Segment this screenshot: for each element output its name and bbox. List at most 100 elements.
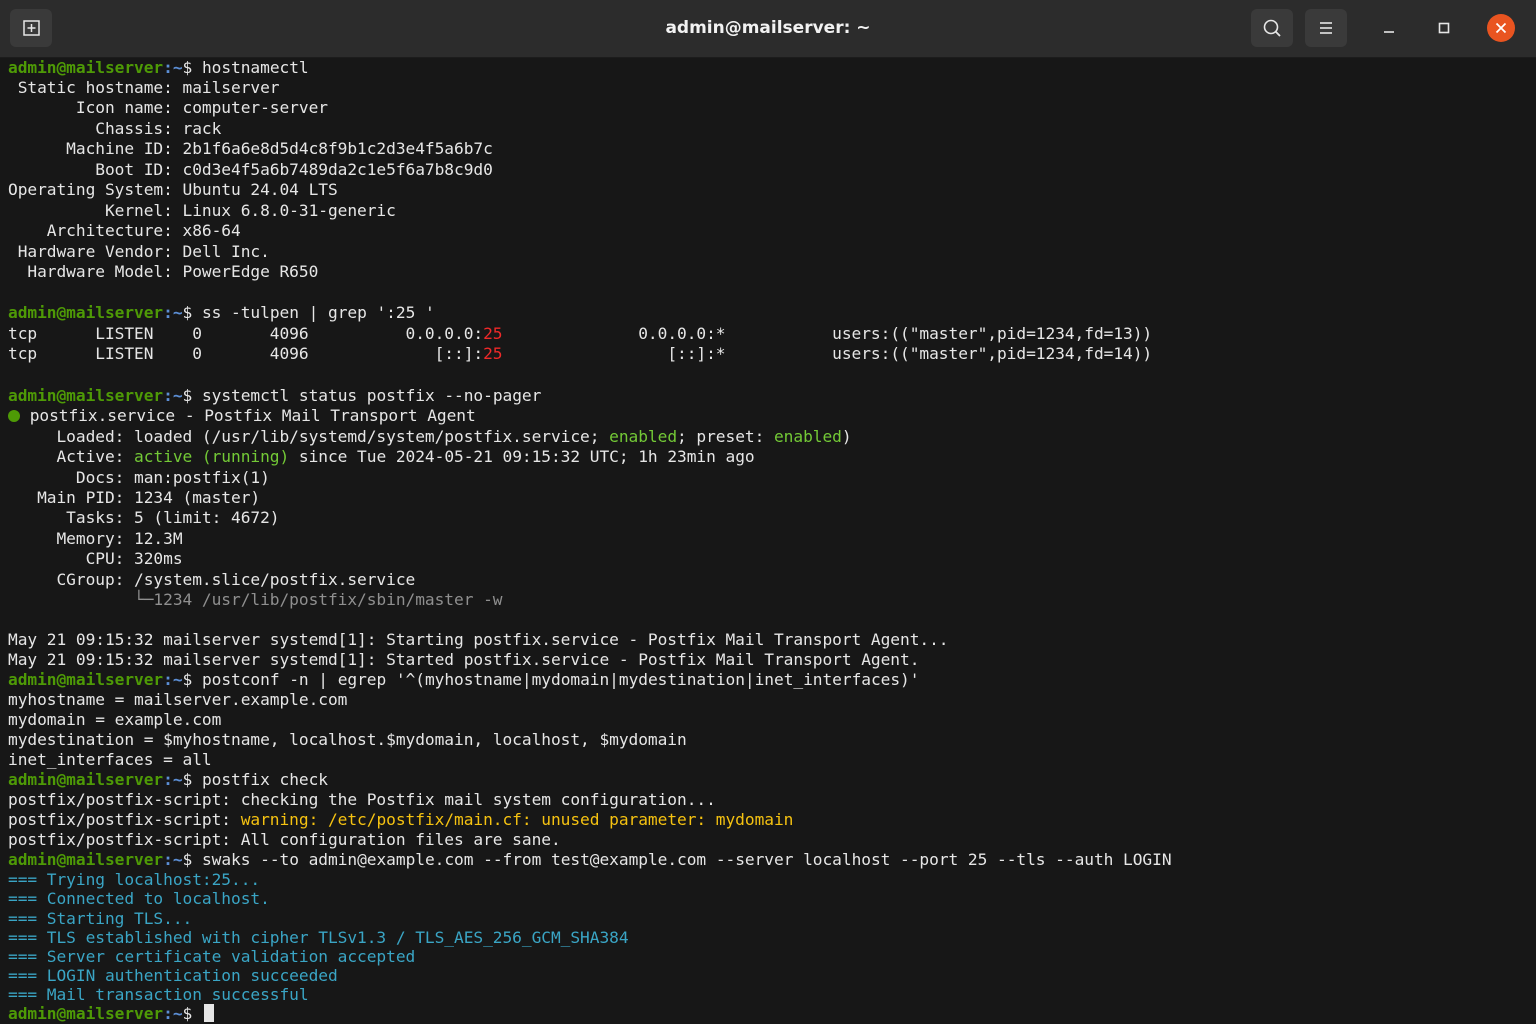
close-button[interactable] [1487, 14, 1515, 42]
warning-line: postfix/postfix-script: warning: /etc/po… [8, 810, 793, 830]
prompt-symbol: $ [182, 58, 202, 77]
output-line: Hardware Model: PowerEdge R650 [8, 262, 319, 281]
journal-line: May 21 09:15:32 mailserver systemd[1]: S… [8, 650, 920, 669]
loaded-end: ) [841, 427, 852, 446]
loaded-text: Loaded: loaded (/usr/lib/systemd/system/… [8, 427, 610, 446]
warning-text: warning: /etc/postfix/main.cf: unused pa… [240, 810, 794, 829]
preset-text: ; preset: [677, 427, 774, 446]
terminal-output[interactable]: admin@mailserver:~$ hostnamectl Static h… [0, 58, 1536, 1024]
prompt-user-host: admin@mailserver [8, 850, 164, 869]
prompt-user-host: admin@mailserver [8, 670, 164, 689]
output-line: Operating System: Ubuntu 24.04 LTS [8, 180, 338, 199]
command-line: admin@mailserver:~$ systemctl status pos… [8, 386, 541, 406]
new-tab-icon [23, 20, 40, 36]
service-unit-name: postfix.service - Postfix Mail Transport… [20, 406, 476, 425]
prompt-symbol: $ [182, 850, 202, 869]
prompt-user-host: admin@mailserver [8, 58, 164, 77]
swaks-output-line: === Server certificate validation accept… [8, 947, 416, 966]
command-text: hostnamectl [201, 58, 309, 77]
minimize-button[interactable] [1375, 14, 1403, 42]
output-line: mydestination = $myhostname, localhost.$… [8, 730, 687, 749]
socket-row: tcp LISTEN 0 4096 [::]:25 [::]:* users:(… [8, 344, 1152, 364]
service-active-line: Active: active (running) since Tue 2024-… [8, 447, 754, 467]
output-line: Machine ID: 2b1f6a6e8d5d4c8f9b1c2d3e4f5a… [8, 139, 493, 158]
enabled-status: enabled [609, 427, 678, 446]
prompt-symbol: $ [182, 670, 202, 689]
output-line: postfix/postfix-script: checking the Pos… [8, 790, 716, 809]
prompt-path: :~ [163, 58, 183, 77]
output-line: Kernel: Linux 6.8.0-31-generic [8, 201, 396, 220]
prompt-path: :~ [163, 670, 183, 689]
output-line: Hardware Vendor: Dell Inc. [8, 242, 270, 261]
maximize-icon [1438, 22, 1450, 34]
command-text: swaks --to admin@example.com --from test… [201, 850, 1172, 869]
command-line: admin@mailserver:~$ swaks --to admin@exa… [8, 850, 1172, 870]
swaks-output-line: === Starting TLS... [8, 909, 193, 928]
prompt-symbol: $ [182, 303, 202, 322]
prompt-user-host: admin@mailserver [8, 303, 164, 322]
output-line: Tasks: 5 (limit: 4672) [8, 508, 280, 527]
menu-button[interactable] [1305, 9, 1347, 47]
maximize-button[interactable] [1430, 14, 1458, 42]
output-line: CGroup: /system.slice/postfix.service [8, 570, 416, 589]
minimize-icon [1384, 31, 1394, 33]
search-icon [1263, 19, 1281, 37]
socket-row-peer: [::]:* users:(("master",pid=1234,fd=14)) [502, 344, 1153, 363]
socket-row: tcp LISTEN 0 4096 0.0.0.0:25 0.0.0.0:* u… [8, 324, 1152, 344]
prompt-symbol: $ [182, 1004, 202, 1023]
command-text: postconf -n | egrep '^(myhostname|mydoma… [201, 670, 920, 689]
new-tab-button[interactable] [10, 9, 52, 47]
output-line: inet_interfaces = all [8, 750, 212, 769]
status-dot-icon [8, 410, 20, 422]
prompt-user-host: admin@mailserver [8, 1004, 164, 1023]
swaks-output-line: === Mail transaction successful [8, 985, 309, 1004]
output-line: Static hostname: mailserver [8, 78, 280, 97]
command-line: admin@mailserver:~$ postfix check [8, 770, 328, 790]
output-line: CPU: 320ms [8, 549, 183, 568]
output-line: Chassis: rack [8, 119, 222, 138]
command-text: postfix check [201, 770, 328, 789]
prompt-symbol: $ [182, 386, 202, 405]
preset-status: enabled [773, 427, 842, 446]
output-line: Main PID: 1234 (master) [8, 488, 261, 507]
prompt-path: :~ [163, 850, 183, 869]
hamburger-menu-icon [1320, 22, 1332, 34]
output-line: Docs: man:postfix(1) [8, 468, 270, 487]
output-line: mydomain = example.com [8, 710, 222, 729]
socket-row-peer: 0.0.0.0:* users:(("master",pid=1234,fd=1… [502, 324, 1153, 343]
active-status: active (running) [134, 447, 290, 466]
title-bar: admin@mailserver: ~ [0, 0, 1536, 58]
active-label: Active: [8, 447, 135, 466]
search-button[interactable] [1251, 9, 1293, 47]
swaks-output-line: === TLS established with cipher TLSv1.3 … [8, 928, 629, 947]
swaks-output-line: === LOGIN authentication succeeded [8, 966, 338, 985]
service-loaded-line: Loaded: loaded (/usr/lib/systemd/system/… [8, 427, 852, 447]
journal-line: May 21 09:15:32 mailserver systemd[1]: S… [8, 630, 949, 649]
command-line: admin@mailserver:~$ ss -tulpen | grep ':… [8, 303, 435, 323]
active-prompt-line[interactable]: admin@mailserver:~$ [8, 1004, 214, 1024]
warning-prefix: postfix/postfix-script: [8, 810, 241, 829]
command-line: admin@mailserver:~$ postconf -n | egrep … [8, 670, 919, 690]
socket-row-fields: tcp LISTEN 0 4096 [::]: [8, 344, 484, 363]
prompt-user-host: admin@mailserver [8, 386, 164, 405]
prompt-user-host: admin@mailserver [8, 770, 164, 789]
text-cursor [203, 1004, 214, 1022]
socket-row-fields: tcp LISTEN 0 4096 0.0.0.0: [8, 324, 484, 343]
output-line: postfix/postfix-script: All configuratio… [8, 830, 561, 849]
command-text: systemctl status postfix --no-pager [201, 386, 542, 405]
output-line: Icon name: computer-server [8, 98, 328, 117]
output-line: myhostname = mailserver.example.com [8, 690, 348, 709]
prompt-path: :~ [163, 1004, 183, 1023]
service-unit-line: postfix.service - Postfix Mail Transport… [8, 406, 476, 426]
output-line: Boot ID: c0d3e4f5a6b7489da2c1e5f6a7b8c9d… [8, 160, 493, 179]
port-highlight: 25 [483, 344, 503, 363]
prompt-path: :~ [163, 303, 183, 322]
command-text: ss -tulpen | grep ':25 ' [201, 303, 435, 322]
port-highlight: 25 [483, 324, 503, 343]
command-line: admin@mailserver:~$ hostnamectl [8, 58, 309, 78]
prompt-path: :~ [163, 386, 183, 405]
close-icon [1495, 22, 1507, 34]
cgroup-process: └─1234 /usr/lib/postfix/sbin/master -w [8, 590, 503, 609]
swaks-output-line: === Connected to localhost. [8, 889, 270, 908]
output-line: Memory: 12.3M [8, 529, 183, 548]
